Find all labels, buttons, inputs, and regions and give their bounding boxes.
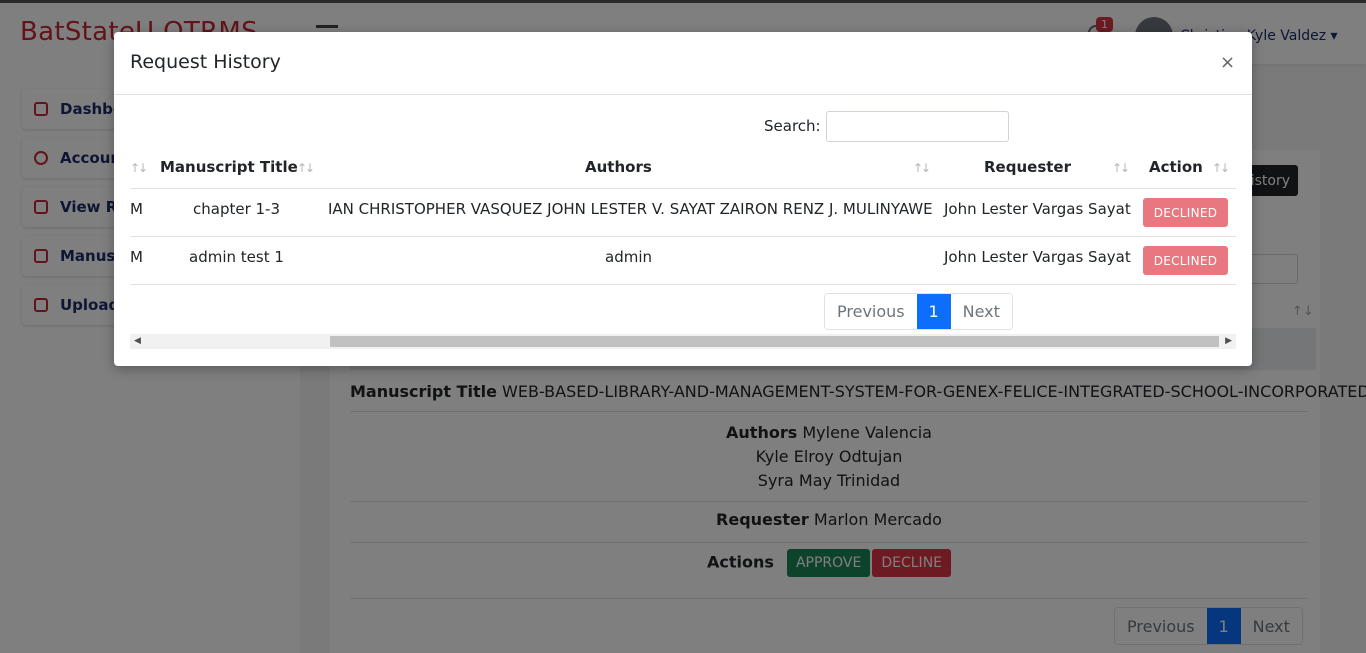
cell-first: M [130, 248, 143, 266]
cell-requester: John Lester Vargas Sayat [944, 200, 1131, 218]
pagination-page-1[interactable]: 1 [916, 294, 951, 329]
scrollbar-thumb[interactable] [330, 336, 1219, 347]
pagination-next[interactable]: Next [950, 294, 1012, 329]
sort-icon[interactable]: ↑↓ [130, 161, 148, 175]
sort-icon[interactable]: ↑↓ [913, 161, 931, 175]
modal-header: Request History × [114, 32, 1252, 95]
sort-icon[interactable]: ↑↓ [1112, 161, 1130, 175]
pagination-previous[interactable]: Previous [825, 294, 917, 329]
header-divider [130, 188, 1236, 189]
row-divider [130, 236, 1236, 237]
cell-manuscript-title: admin test 1 [189, 248, 284, 266]
column-header-manuscript-title[interactable]: Manuscript Title [160, 158, 298, 176]
cell-first: M [130, 200, 143, 218]
cell-authors: admin [605, 248, 652, 266]
row-divider [130, 284, 1236, 285]
scroll-right-icon[interactable]: ▶ [1225, 336, 1232, 346]
status-badge: DECLINED [1143, 198, 1228, 227]
column-header-authors[interactable]: Authors [585, 158, 652, 176]
close-icon[interactable]: × [1220, 52, 1235, 73]
scroll-left-icon[interactable]: ◀ [134, 336, 141, 346]
search-label: Search: [764, 117, 821, 135]
sort-icon[interactable]: ↑↓ [297, 161, 315, 175]
request-history-modal: Request History × Search: ↑↓ Manuscript … [114, 32, 1252, 366]
status-badge: DECLINED [1143, 246, 1228, 275]
modal-pagination: Previous 1 Next [824, 293, 1013, 330]
cell-requester: John Lester Vargas Sayat [944, 248, 1131, 266]
cell-manuscript-title: chapter 1-3 [193, 200, 281, 218]
column-header-requester[interactable]: Requester [984, 158, 1071, 176]
sort-icon[interactable]: ↑↓ [1212, 161, 1230, 175]
cell-authors: IAN CHRISTOPHER VASQUEZ JOHN LESTER V. S… [328, 200, 933, 218]
horizontal-scrollbar[interactable]: ◀ ▶ [130, 334, 1236, 349]
search-input[interactable] [826, 111, 1009, 142]
column-header-action[interactable]: Action [1149, 158, 1203, 176]
modal-title: Request History [130, 51, 281, 73]
